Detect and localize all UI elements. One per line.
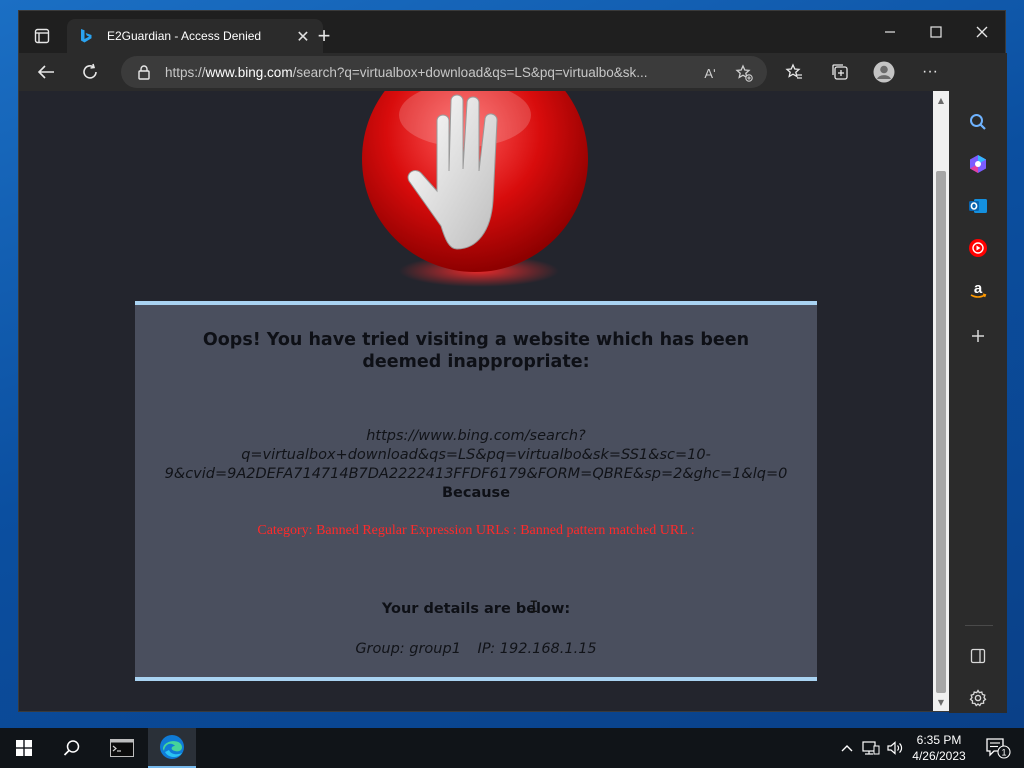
notification-count: 1 [1001,748,1006,758]
chevron-up-icon [841,745,853,752]
notification-icon: 1 [986,738,1011,759]
collections-icon [832,64,848,80]
page-scrollbar[interactable]: ▲ ▼ [933,91,949,711]
split-screen-icon [970,648,986,664]
back-button[interactable] [31,57,61,87]
close-icon [976,26,988,38]
minimize-button[interactable] [867,11,913,53]
close-window-button[interactable] [959,11,1005,53]
title-bar: E2Guardian - Access Denied ✕ + [19,11,1005,53]
clock-date: 4/26/2023 [912,749,966,763]
sidebar-divider [965,625,993,626]
sidebar-split-screen-button[interactable] [963,641,993,671]
youtube-music-icon [969,239,987,257]
scroll-down-arrow-icon[interactable]: ▼ [933,695,949,709]
sidebar-outlook-button[interactable] [963,191,993,221]
address-bar[interactable]: https://www.bing.com/search?q=virtualbox… [121,56,767,88]
volume-icon [887,741,903,755]
refresh-icon [83,63,97,79]
maximize-icon [930,26,942,38]
search-icon [63,740,80,756]
svg-text:a: a [974,280,983,297]
outlook-icon [969,199,987,213]
details-title: Your details are below: [381,601,571,617]
taskbar-edge-button[interactable] [148,728,196,768]
block-category: Category: Banned Regular Expression URLs… [257,523,695,538]
ellipsis-icon: ··· [922,63,938,80]
group-text: Group: group1 [355,641,461,657]
url-host: www.bing.com [205,64,293,80]
taskbar-search-button[interactable] [48,728,96,768]
tray-network-button[interactable] [860,728,882,768]
tab-active[interactable]: E2Guardian - Access Denied ✕ [67,19,323,53]
sidebar-search-button[interactable] [963,107,993,137]
url-text[interactable]: https://www.bing.com/search?q=virtualbox… [165,65,685,80]
browser-toolbar: https://www.bing.com/search?q=virtualbox… [19,53,1005,91]
page-content: Oops! You have tried visiting a website … [19,91,933,711]
profile-button[interactable] [869,57,899,87]
tray-volume-button[interactable] [884,728,906,768]
search-icon [970,114,986,130]
bing-favicon-icon [77,27,95,45]
because-label: Because [441,485,511,501]
sidebar-add-button[interactable] [963,321,993,351]
minimize-icon [885,31,895,33]
tab-actions-icon [34,28,50,44]
page-heading: Oops! You have tried visiting a website … [202,330,750,372]
blocked-url: https://www.bing.com/search?q=virtualbox… [164,428,788,482]
taskbar-terminal-button[interactable] [98,728,146,768]
details-line: Group: group1 IP: 192.168.1.15 [135,641,817,657]
tab-actions-button[interactable] [27,21,57,51]
sidebar-settings-button[interactable] [963,683,993,713]
settings-icon [969,689,987,707]
stop-hand-icon [359,91,599,291]
sidebar-amazon-button[interactable]: a [963,275,993,305]
taskbar-clock[interactable]: 6:35 PM 4/26/2023 [905,732,973,764]
url-scheme: https:// [165,64,206,80]
action-center-button[interactable]: 1 [978,728,1018,768]
sidebar-copilot-button[interactable] [963,149,993,179]
url-path: /search?q=virtualbox+download&qs=LS&pq=v… [292,64,648,80]
scroll-up-arrow-icon[interactable]: ▲ [933,93,949,107]
add-favorite-icon[interactable] [733,62,755,84]
ip-text: IP: 192.168.1.15 [477,641,597,657]
clock-time: 6:35 PM [916,733,962,747]
tab-title: E2Guardian - Access Denied [107,29,262,43]
start-button[interactable] [0,728,48,768]
profile-avatar-icon [873,61,895,83]
windows-logo-icon [16,740,32,756]
tray-show-hidden-button[interactable] [836,728,858,768]
favorites-icon [785,63,802,79]
text-cursor-icon: I [529,597,539,616]
taskbar: 6:35 PM 4/26/2023 1 [0,728,1024,768]
network-icon [862,741,880,755]
favorites-button[interactable] [779,57,809,87]
browser-window: E2Guardian - Access Denied ✕ + https://w… [18,10,1007,713]
access-denied-panel: Oops! You have tried visiting a website … [135,301,817,681]
command-prompt-icon [110,739,134,757]
new-tab-button[interactable]: + [311,23,337,49]
sidebar-music-button[interactable] [963,233,993,263]
maximize-button[interactable] [913,11,959,53]
copilot-icon [970,155,986,173]
back-arrow-icon [37,65,54,79]
edge-browser-icon [160,735,184,759]
refresh-button[interactable] [75,57,105,87]
tab-close-icon[interactable]: ✕ [293,27,313,46]
lock-icon[interactable] [135,63,153,81]
amazon-icon: a [970,280,987,298]
add-icon [972,330,984,342]
read-aloud-icon[interactable]: Aʹ [699,62,721,84]
more-options-button[interactable]: ··· [915,57,945,87]
edge-sidebar: a [949,53,1007,713]
collections-button[interactable] [825,57,855,87]
scroll-thumb[interactable] [936,171,946,693]
